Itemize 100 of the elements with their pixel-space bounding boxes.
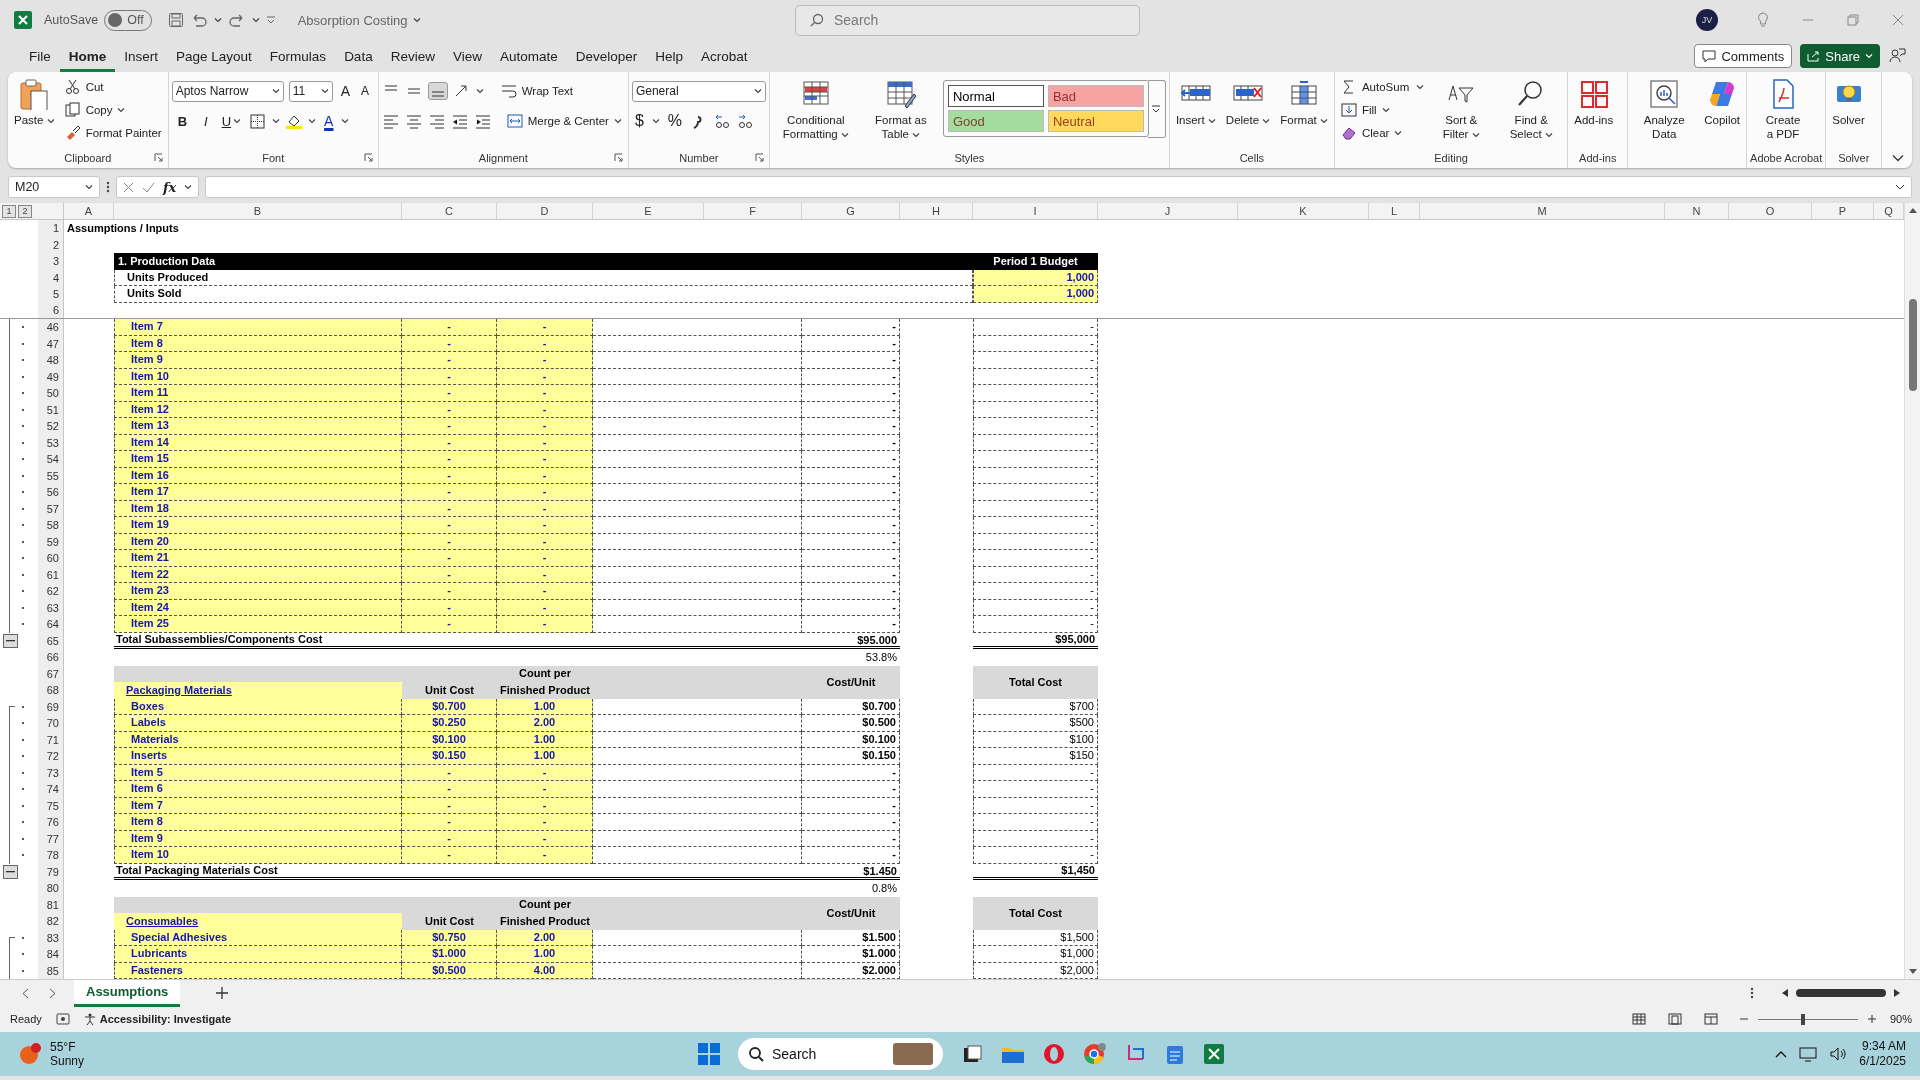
more-styles-icon[interactable] [1151,104,1162,114]
format-as-table-button[interactable]: Format as Table [862,76,939,143]
document-title[interactable]: Absorption Costing [297,12,408,28]
row-header[interactable]: 48 [38,352,64,369]
column-header[interactable]: F [704,203,802,219]
sort-filter-button[interactable]: Sort & Filter [1428,76,1495,143]
row-header[interactable]: 70 [38,715,64,732]
row-header[interactable]: 5 [38,286,64,303]
row-header[interactable]: 72 [38,748,64,765]
number-format-field[interactable]: General [631,80,766,102]
outline-level-button[interactable]: 2 [18,204,32,218]
bold-button[interactable]: B [171,113,194,129]
scrollbar-thumb[interactable] [1796,989,1886,997]
dialog-launcher-icon[interactable] [754,153,764,162]
row-header[interactable]: 52 [38,418,64,435]
search-field[interactable]: Search [795,4,1140,36]
formula-input[interactable] [205,176,1912,198]
zoom-slider-thumb[interactable] [1800,1013,1805,1025]
italic-button[interactable]: I [198,113,214,129]
expand-formula-bar-icon[interactable] [1895,183,1905,191]
solver-button[interactable]: Solver [1829,76,1868,129]
row-header[interactable]: 80 [38,880,64,897]
align-center-icon[interactable] [404,113,423,129]
cells-delete-button[interactable]: Delete [1222,76,1274,129]
cancel-icon[interactable] [123,181,134,193]
font-size-field[interactable]: 11 [288,80,333,102]
fill-color-icon[interactable] [285,113,304,129]
normal-view-icon[interactable] [1631,1013,1646,1025]
column-header[interactable]: N [1665,203,1729,219]
font-name-field[interactable]: Aptos Narrow [171,80,284,102]
cells-insert-button[interactable]: Insert [1172,76,1219,129]
row-header[interactable]: 64 [38,616,64,633]
accessibility-status[interactable]: Accessibility: Investigate [99,1013,232,1025]
page-break-preview-icon[interactable] [1703,1013,1718,1025]
column-header[interactable]: I [973,203,1098,219]
notepad-icon[interactable] [1165,1043,1185,1065]
zoom-in-icon[interactable] [1867,1015,1876,1023]
column-header[interactable]: O [1729,203,1812,219]
column-header[interactable]: J [1098,203,1238,219]
row-header[interactable]: 54 [38,451,64,468]
menu-tab[interactable]: Developer [566,40,647,72]
column-header[interactable]: A [64,203,114,219]
decrease-indent-icon[interactable] [450,113,469,129]
sheet-tab[interactable]: Assumptions [74,979,181,1007]
cells-format-button[interactable]: Format [1277,76,1331,129]
analyze-data-button[interactable]: Analyze Data [1631,76,1698,143]
next-sheet-icon[interactable] [49,987,56,999]
dialog-launcher-icon[interactable] [363,153,373,162]
row-header[interactable]: 46 [38,319,64,336]
scrollbar-thumb[interactable] [1909,299,1917,391]
column-header[interactable]: L [1369,203,1420,219]
paste-button[interactable]: Paste [11,76,58,129]
decrease-decimal-icon[interactable] [736,113,754,129]
row-header[interactable]: 50 [38,385,64,402]
align-left-icon[interactable] [381,113,400,129]
menu-tab[interactable]: Automate [490,40,567,72]
row-header[interactable]: 66 [38,649,64,666]
conditional-formatting-button[interactable]: Conditional Formatting [772,76,859,143]
macro-recording-icon[interactable] [55,1013,70,1025]
font-color-button[interactable]: A [321,113,337,129]
menu-tab[interactable]: Help [646,40,693,72]
increase-indent-icon[interactable] [473,113,492,129]
weather-icon[interactable] [18,1042,42,1066]
column-header[interactable]: B [114,203,402,219]
dialog-launcher-icon[interactable] [153,153,163,162]
row-header[interactable]: 76 [38,814,64,831]
zoom-out-icon[interactable] [1739,1015,1748,1023]
fill-button[interactable]: Fill [1337,99,1425,121]
coauthor-icon[interactable] [1888,47,1906,65]
add-ins-button[interactable]: Add-ins [1571,76,1617,129]
decrease-font-size-button[interactable]: A [358,84,373,98]
format-painter-button[interactable]: Format Painter [61,122,165,144]
previous-sheet-icon[interactable] [22,987,29,999]
scroll-up-icon[interactable] [1909,207,1917,213]
opera-browser-icon[interactable] [1043,1043,1065,1065]
page-layout-icon[interactable] [1667,1013,1682,1025]
menu-tab[interactable]: Review [381,40,444,72]
collapse-group-button[interactable] [3,633,18,648]
cell-style-option[interactable]: Bad [1047,85,1144,107]
task-view-icon[interactable] [961,1043,983,1065]
collapse-group-button[interactable] [3,864,18,879]
menu-tab[interactable]: Insert [115,40,168,72]
network-icon[interactable] [1799,1046,1818,1062]
column-header[interactable]: C [402,203,497,219]
column-header[interactable]: P [1812,203,1874,219]
close-icon[interactable] [1891,14,1904,26]
create-pdf-button[interactable]: Create a PDF [1750,76,1817,143]
autosum-button[interactable]: AutoSum [1337,76,1413,98]
cell-style-option[interactable]: Neutral [1047,110,1144,132]
start-icon[interactable] [698,1043,720,1065]
share-button[interactable]: Share [1800,44,1880,68]
row-header[interactable]: 1 [38,220,64,237]
enter-icon[interactable] [142,181,155,193]
row-header[interactable]: 3 [38,253,64,270]
wrap-text-button[interactable]: Wrap Text [497,80,577,102]
row-header[interactable]: 82 [38,913,64,930]
row-header[interactable]: 78 [38,847,64,864]
percent-button[interactable]: % [664,112,685,130]
column-header[interactable]: E [593,203,704,219]
row-header[interactable]: 68 [38,682,64,699]
